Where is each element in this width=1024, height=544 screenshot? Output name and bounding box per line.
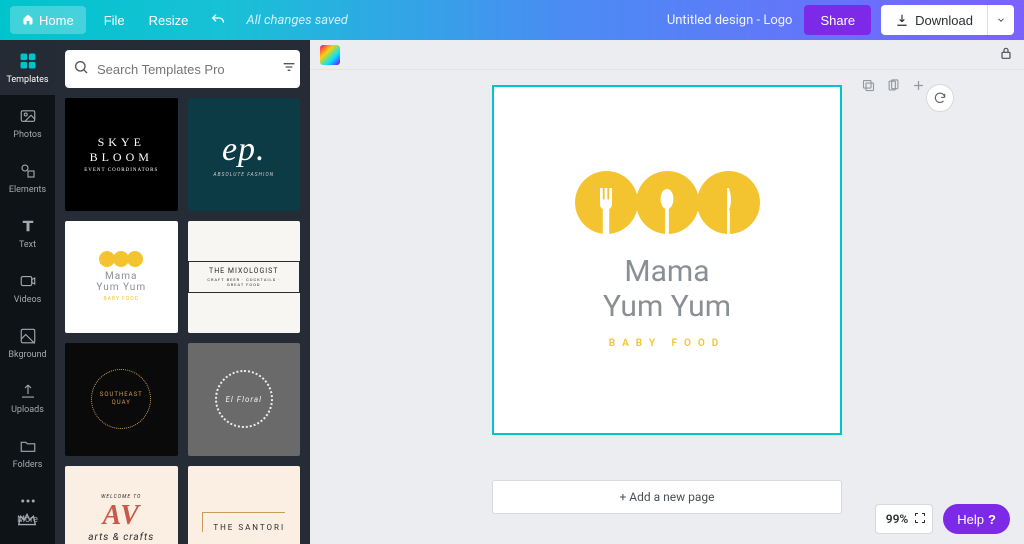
thumb-sub: ABSOLUTE FASHION [213,172,274,178]
rail-bkground[interactable]: Bkground [0,315,55,370]
template-grid[interactable]: SKYE BLOOM EVENT COORDINATORS ep. ABSOLU… [65,98,300,544]
home-icon [22,13,34,28]
rotate-handle[interactable] [926,84,954,112]
help-label: Help [957,512,984,527]
videos-icon [17,270,39,292]
color-swatch[interactable] [320,45,340,65]
thumb-text: QUAY [112,399,131,406]
home-button[interactable]: Home [10,6,86,34]
thumb-sub: EVENT COORDINATORS [84,168,158,173]
zoom-control[interactable]: 99% [875,504,934,534]
template-thumb[interactable]: THE MIXOLOGIST CRAFT BEER · COCKTAILS · … [188,221,301,334]
template-thumb[interactable]: Mama Yum Yum BABY FOOD [65,221,178,334]
logo-line1[interactable]: Mama [624,254,709,289]
download-menu-caret[interactable] [988,5,1014,35]
rail-label: Bkground [8,350,46,360]
artboard[interactable]: Mama Yum Yum BABY FOOD [492,85,842,435]
rotate-icon [933,91,947,105]
question-icon: ? [988,512,996,527]
resize-menu[interactable]: Resize [137,0,201,40]
text-icon [17,215,39,237]
crown-icon[interactable] [16,508,40,532]
rail-label: Elements [9,185,46,195]
rail-label: Text [19,240,36,250]
zoom-value: 99% [886,512,909,526]
knife-icon [697,171,760,234]
rail-label: Templates [6,75,48,85]
document-title[interactable]: Untitled design - Logo [667,13,793,28]
thumb-text: THE SANTORI [202,512,285,532]
thumb-text: El Floral [226,395,262,404]
home-label: Home [39,13,74,28]
rail-label: Folders [13,460,43,470]
copy-page-icon[interactable] [886,78,901,97]
page-tools [861,78,926,97]
thumb-text: AV [103,500,140,532]
download-icon [895,13,909,27]
file-menu[interactable]: File [92,0,137,40]
template-thumb[interactable]: SOUTHEASTQUAY [65,343,178,456]
save-status: All changes saved [246,13,347,28]
thumb-text: THE MIXOLOGIST [199,267,290,275]
help-button[interactable]: Help ? [943,504,1010,534]
rail-photos[interactable]: Photos [0,95,55,150]
search-input[interactable] [97,62,273,77]
fork-icon [575,171,638,234]
template-thumb[interactable]: El Floral [188,343,301,456]
templates-panel: SKYE BLOOM EVENT COORDINATORS ep. ABSOLU… [55,40,310,544]
duplicate-page-icon[interactable] [861,78,876,97]
template-thumb[interactable]: ep. ABSOLUTE FASHION [188,98,301,211]
spoon-icon [636,171,699,234]
logo-utensils [576,171,759,234]
share-button[interactable]: Share [804,5,871,35]
add-page-button[interactable]: + Add a new page [492,480,842,514]
logo-line2[interactable]: Yum Yum [603,289,731,324]
rail-label: Photos [13,130,41,140]
thumb-text: arts & crafts [88,532,154,543]
download-button[interactable]: Download [881,5,988,35]
canvas-stage[interactable]: Mama Yum Yum BABY FOOD + Add a new page … [310,70,1024,544]
add-page-icon[interactable] [911,78,926,97]
photos-icon [17,105,39,127]
filter-icon[interactable] [281,59,297,79]
template-thumb[interactable]: THE SANTORI [188,466,301,544]
logo-subtitle[interactable]: BABY FOOD [609,338,726,349]
rail-templates[interactable]: Templates [0,40,55,95]
rail-uploads[interactable]: Uploads [0,370,55,425]
rail-videos[interactable]: Videos [0,260,55,315]
canvas-toolbar [310,40,1024,70]
background-icon [17,325,39,347]
expand-icon [914,512,926,527]
search-bar [65,50,300,88]
app-header: Home File Resize All changes saved Untit… [0,0,1024,40]
rail-label: Uploads [11,405,44,415]
rail-text[interactable]: Text [0,205,55,260]
download-label: Download [915,13,973,28]
rail-elements[interactable]: Elements [0,150,55,205]
templates-icon [17,50,39,72]
uploads-icon [17,380,39,402]
thumb-text: Yum Yum [96,282,146,293]
search-icon [73,59,89,79]
thumb-sub: BABY FOOD [103,296,139,302]
thumb-text: SKYE [98,135,145,150]
thumb-text: BLOOM [90,150,153,165]
thumb-sub: CRAFT BEER · COCKTAILS · GREAT FOOD [199,277,290,287]
chevron-down-icon [996,15,1006,25]
rail-label: Videos [14,295,42,305]
thumb-text: SOUTHEAST [100,391,143,398]
elements-icon [17,160,39,182]
template-thumb[interactable]: WELCOME TO AV arts & crafts HANDMADE WIT… [65,466,178,544]
canvas-area: Mama Yum Yum BABY FOOD + Add a new page … [310,40,1024,544]
undo-button[interactable] [200,0,236,40]
template-thumb[interactable]: SKYE BLOOM EVENT COORDINATORS [65,98,178,211]
lock-icon[interactable] [998,45,1014,65]
folders-icon [17,435,39,457]
thumb-text: Mama [105,271,137,282]
rail-folders[interactable]: Folders [0,425,55,480]
tool-rail: Templates Photos Elements Text Videos Bk… [0,40,55,544]
